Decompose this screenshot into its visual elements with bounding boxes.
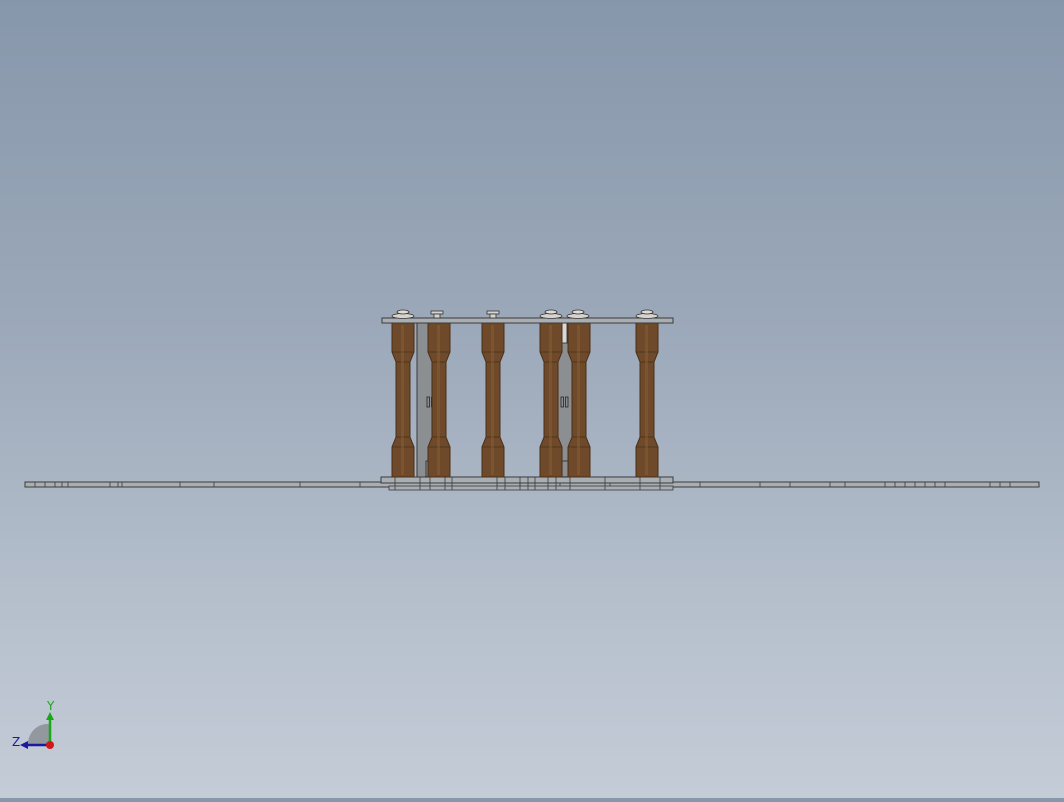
column-3 (481, 322, 505, 478)
fastener-4 (539, 309, 563, 319)
lower-plate (380, 476, 674, 491)
column-6 (635, 322, 659, 478)
top-plate (381, 317, 674, 324)
fastener-6 (635, 309, 659, 319)
column-1 (391, 322, 415, 478)
cad-viewport[interactable]: Y Z (0, 0, 1064, 798)
fastener-5 (566, 309, 590, 319)
top-fastener-group (391, 309, 659, 319)
model-view[interactable] (0, 0, 1064, 798)
x-axis-dot (46, 741, 54, 749)
column-group (391, 322, 659, 478)
y-axis-label: Y (47, 699, 55, 713)
z-axis-label: Z (12, 735, 21, 749)
view-orientation-triad-icon[interactable] (20, 712, 54, 749)
fastener-1 (391, 309, 415, 319)
fastener-3 (486, 310, 500, 319)
fastener-2 (430, 310, 444, 319)
